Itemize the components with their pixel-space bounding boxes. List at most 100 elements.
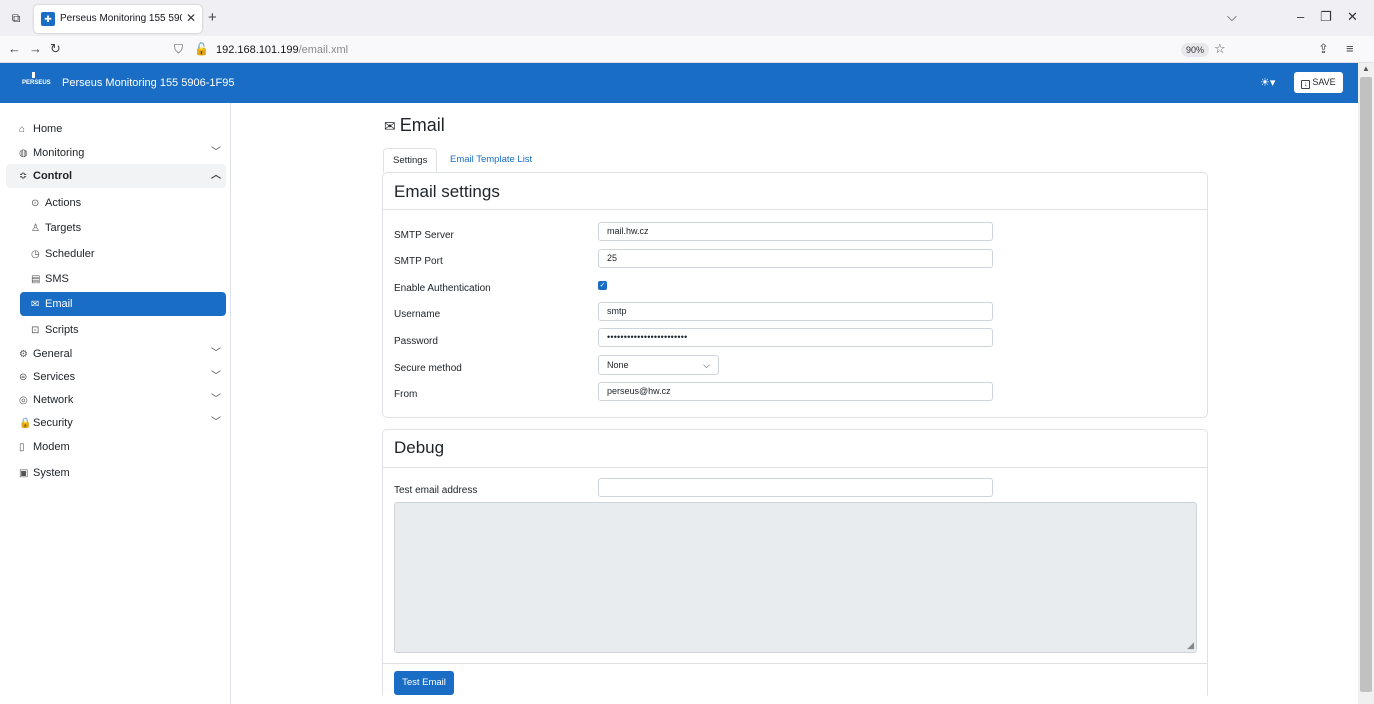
- password-input[interactable]: ••••••••••••••••••••••••: [598, 328, 993, 347]
- save-icon: ↓: [1301, 80, 1311, 89]
- card-footer: Test Email: [383, 663, 1207, 699]
- app-title: Perseus Monitoring 155 5906-1F95: [62, 77, 235, 89]
- sidebar-item-scheduler[interactable]: ◷ Scheduler: [31, 242, 95, 266]
- network-icon: ◎: [19, 395, 28, 406]
- tab-email-template-list[interactable]: Email Template List: [450, 148, 532, 173]
- username-input[interactable]: smtp: [598, 302, 993, 321]
- monitoring-icon: ◍: [19, 148, 28, 159]
- password-label: Password: [394, 336, 438, 347]
- shield-icon[interactable]: ⛉: [174, 42, 183, 57]
- scroll-up-icon[interactable]: ▲: [1362, 64, 1370, 73]
- sidebar-item-home[interactable]: ⌂ Home: [19, 117, 62, 141]
- system-icon: ▣: [19, 468, 29, 479]
- chevron-up-icon: ︿: [211, 170, 221, 181]
- sidebar-item-sms[interactable]: ▤ SMS: [31, 267, 69, 291]
- bookmark-star-icon[interactable]: ☆: [1214, 41, 1226, 57]
- email-icon: ✉: [31, 299, 40, 310]
- test-email-label: Test email address: [394, 485, 478, 496]
- sidebar-item-general[interactable]: ⚙ General ﹀: [19, 342, 224, 366]
- sidebar-item-modem[interactable]: ▯ Modem: [19, 435, 70, 459]
- favicon-icon: ✚: [41, 12, 55, 26]
- page-title: ✉ Email: [384, 115, 445, 135]
- sidebar-item-actions[interactable]: ⊙ Actions: [31, 191, 81, 215]
- new-tab-icon[interactable]: +: [208, 9, 217, 26]
- sidebar-item-control[interactable]: ≎ Control ︿: [19, 164, 224, 188]
- sidebar-item-network[interactable]: ◎ Network ﹀: [19, 388, 224, 412]
- app-header: PERSEUS Perseus Monitoring 155 5906-1F95…: [0, 63, 1358, 103]
- secure-method-label: Secure method: [394, 363, 462, 374]
- theme-toggle-icon[interactable]: ☀▾: [1260, 76, 1275, 89]
- sidebar-item-scripts[interactable]: ⊡ Scripts: [31, 318, 79, 342]
- scripts-icon: ⊡: [31, 325, 40, 336]
- scrollbar-thumb[interactable]: [1360, 77, 1372, 692]
- username-label: Username: [394, 309, 441, 320]
- general-icon: ⚙: [19, 349, 28, 360]
- tab-strip: Settings Email Template List: [382, 147, 1208, 173]
- close-tab-icon[interactable]: ✕: [186, 11, 196, 25]
- sidebar-item-monitoring[interactable]: ◍ Monitoring ﹀: [19, 141, 224, 165]
- sms-icon: ▤: [31, 274, 41, 285]
- url-bar[interactable]: ⛉ 🔓 192.168.101.199/email.xml 90% ☆: [168, 38, 1238, 61]
- tab-list-icon[interactable]: ⧉: [8, 10, 24, 26]
- restore-icon[interactable]: ❐: [1320, 9, 1332, 25]
- scrollbar[interactable]: ▲: [1358, 63, 1374, 704]
- insecure-lock-icon[interactable]: 🔓: [194, 42, 209, 56]
- chevron-down-icon: ﹀: [211, 371, 221, 382]
- smtp-port-label: SMTP Port: [394, 256, 443, 267]
- card-header: Debug: [383, 430, 1207, 468]
- menu-icon[interactable]: ≡: [1346, 41, 1354, 56]
- sidebar-item-targets[interactable]: ♙ Targets: [31, 216, 81, 240]
- actions-icon: ⊙: [31, 198, 40, 209]
- email-settings-card: Email settings SMTP Server mail.hw.cz SM…: [382, 172, 1208, 418]
- tab-title: Perseus Monitoring 155 5906-1F95: [60, 13, 182, 24]
- card-header: Email settings: [383, 173, 1207, 210]
- browser-nav-bar: ← → ↻ ⛉ 🔓 192.168.101.199/email.xml 90% …: [0, 36, 1374, 63]
- home-icon: ⌂: [19, 124, 26, 135]
- card-title: Debug: [394, 438, 445, 457]
- sidebar-item-email[interactable]: ✉ Email: [20, 292, 226, 316]
- sidebar: ⌂ Home ◍ Monitoring ﹀ ≎ Control ︿ ⊙ Actions …: [0, 103, 231, 704]
- zoom-level[interactable]: 90%: [1181, 43, 1210, 57]
- perseus-logo: PERSEUS: [22, 70, 51, 96]
- chevron-down-icon: ﹀: [211, 394, 221, 405]
- services-icon: ⊜: [19, 372, 28, 383]
- chevron-down-icon: ﹀: [211, 147, 221, 158]
- enable-auth-checkbox[interactable]: ✓: [598, 281, 607, 290]
- test-email-button[interactable]: Test Email: [394, 671, 454, 695]
- close-window-icon[interactable]: ✕: [1347, 9, 1358, 25]
- sidebar-item-security[interactable]: 🔒 Security ﹀: [19, 411, 224, 435]
- minimize-icon[interactable]: –: [1297, 9, 1304, 24]
- url-text: 192.168.101.199/email.xml: [216, 44, 349, 56]
- modem-icon: ▯: [19, 442, 25, 453]
- chevron-down-icon: ﹀: [211, 417, 221, 428]
- save-button[interactable]: ↓ SAVE: [1294, 72, 1343, 93]
- browser-tab[interactable]: ✚ Perseus Monitoring 155 5906-1F95 ✕: [34, 5, 202, 33]
- sidebar-item-services[interactable]: ⊜ Services ﹀: [19, 365, 224, 389]
- secure-method-select[interactable]: None ⌵: [598, 355, 719, 375]
- smtp-server-input[interactable]: mail.hw.cz: [598, 222, 993, 241]
- test-email-input[interactable]: [598, 478, 993, 497]
- extensions-icon[interactable]: ⇪: [1318, 41, 1329, 57]
- security-icon: 🔒: [19, 418, 32, 429]
- card-title: Email settings: [394, 182, 500, 201]
- scheduler-icon: ◷: [31, 249, 40, 260]
- targets-icon: ♙: [31, 223, 40, 234]
- debug-output-textarea[interactable]: ◢: [394, 502, 1197, 653]
- chevron-down-icon[interactable]: ⌵: [1227, 9, 1237, 25]
- reload-icon[interactable]: ↻: [50, 41, 61, 57]
- enable-auth-label: Enable Authentication: [394, 283, 491, 294]
- forward-icon[interactable]: →: [29, 41, 42, 56]
- from-input[interactable]: perseus@hw.cz: [598, 382, 993, 401]
- from-label: From: [394, 389, 418, 400]
- back-icon[interactable]: ←: [8, 41, 21, 56]
- control-icon: ≎: [19, 171, 28, 182]
- browser-tab-bar: ⧉ ✚ Perseus Monitoring 155 5906-1F95 ✕ +…: [0, 0, 1374, 36]
- email-icon: ✉: [384, 118, 396, 134]
- smtp-port-input[interactable]: 25: [598, 249, 993, 268]
- chevron-down-icon: ⌵: [703, 360, 710, 370]
- resize-handle-icon[interactable]: ◢: [1187, 640, 1194, 651]
- tab-settings[interactable]: Settings: [383, 148, 438, 173]
- chevron-down-icon: ﹀: [211, 348, 221, 359]
- sidebar-item-system[interactable]: ▣ System: [19, 461, 70, 485]
- debug-card: Debug Test email address ◢ Test Email: [382, 429, 1208, 699]
